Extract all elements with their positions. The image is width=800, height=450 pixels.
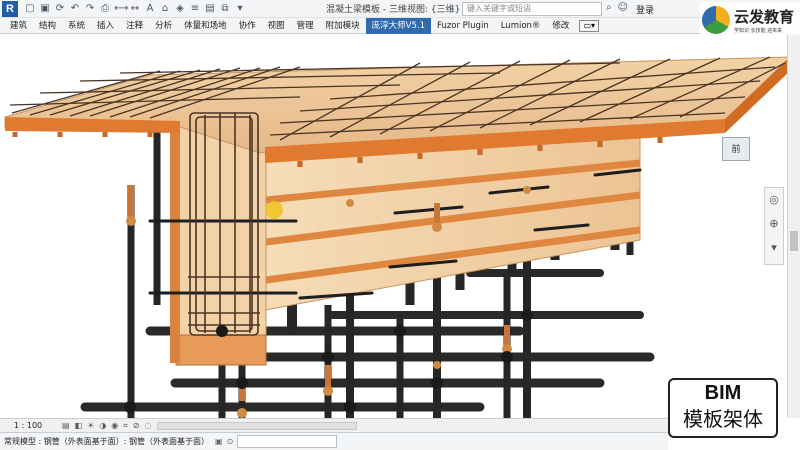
thin-lines-icon[interactable]: ≡ xyxy=(189,3,201,15)
tab-insert[interactable]: 插入 xyxy=(91,18,120,34)
tab-structure[interactable]: 结构 xyxy=(33,18,62,34)
tab-manage[interactable]: 管理 xyxy=(291,18,320,34)
cursor-highlight xyxy=(265,201,283,219)
text-icon[interactable]: A xyxy=(144,3,156,15)
dropdown-icon[interactable]: ▾ xyxy=(234,3,246,15)
tab-view[interactable]: 视图 xyxy=(262,18,291,34)
filter-icon[interactable]: ⊙ xyxy=(227,437,234,446)
view-cube-face[interactable]: 前 xyxy=(722,137,750,161)
bim-overlay-label: BIM 模板架体 xyxy=(668,378,778,438)
undo-icon[interactable]: ↶ xyxy=(69,3,81,15)
tab-modify[interactable]: 修改 xyxy=(546,18,575,34)
sync-icon[interactable]: ⟳ xyxy=(54,3,66,15)
nav-dropdown-icon[interactable]: ▾ xyxy=(765,236,783,260)
tab-lumion[interactable]: Lumion® xyxy=(495,18,547,34)
print-icon[interactable]: ⎙ xyxy=(99,3,111,15)
tab-plugin-master[interactable]: 庞淳大师V5.1 xyxy=(365,17,432,34)
document-title: 混凝土梁模板 - 三维视图: {三维} xyxy=(326,5,461,15)
tab-systems[interactable]: 系统 xyxy=(62,18,91,34)
title-bar: R ▢ ▣ ⟳ ↶ ↷ ⎙ ⟷ ↔ A ⌂ ◈ ≡ ▤ ⧉ ▾ 混凝土梁模板 -… xyxy=(0,0,800,18)
view-control-bar: 1 : 100 ▤ ◧ ☀ ◑ ◉ ⌗ ⊘ ◌ xyxy=(0,418,668,432)
shadows-icon[interactable]: ◑ xyxy=(99,421,106,431)
sun-path-icon[interactable]: ☀ xyxy=(87,421,94,431)
tab-addins[interactable]: 附加模块 xyxy=(320,18,366,34)
bim-title: BIM xyxy=(704,382,742,404)
crop-icon[interactable]: ⌗ xyxy=(123,421,128,431)
3d-viewport[interactable]: 前 ◎ ⊕ ▾ xyxy=(0,35,800,418)
search-input[interactable]: 键入关键字或短语 xyxy=(462,2,602,16)
worksets-icon[interactable]: ▣ xyxy=(215,437,223,446)
status-icons: ▣ ⊙ xyxy=(215,437,233,446)
status-bar: 常规模型 : 钢管（外表面基于面）: 钢管（外表面基于面） ▣ ⊙ xyxy=(0,432,668,450)
brand-watermark: 云发教育 学知识 长技能 迎未来 xyxy=(700,2,800,38)
view-cube[interactable]: 前 xyxy=(708,131,764,177)
tab-massing-site[interactable]: 体量和场地 xyxy=(178,18,233,34)
vertical-scrollbar[interactable] xyxy=(787,35,800,418)
status-text: 常规模型 : 钢管（外表面基于面）: 钢管（外表面基于面） xyxy=(4,437,210,446)
dimension-icon[interactable]: ↔ xyxy=(129,3,141,15)
close-hidden-icon[interactable]: ▤ xyxy=(204,3,216,15)
tab-analyze[interactable]: 分析 xyxy=(149,18,178,34)
formwork-model xyxy=(4,56,792,418)
visual-style-icon[interactable]: ◧ xyxy=(75,421,83,431)
ribbon-tabs: 建筑 结构 系统 插入 注释 分析 体量和场地 协作 视图 管理 附加模块 庞淳… xyxy=(0,17,800,34)
reveal-hidden-icon[interactable]: ◌ xyxy=(144,421,151,431)
brand-slogan: 学知识 长技能 迎未来 xyxy=(734,28,783,34)
tab-fuzor[interactable]: Fuzor Plugin xyxy=(431,18,495,34)
login-link[interactable]: 登录 xyxy=(636,3,654,16)
switch-windows-icon[interactable]: ⧉ xyxy=(219,3,231,15)
design-options-select[interactable] xyxy=(237,435,338,448)
open-icon[interactable]: ▢ xyxy=(24,3,36,15)
navigation-bar: ◎ ⊕ ▾ xyxy=(764,187,784,265)
temp-hide-icon[interactable]: ⊘ xyxy=(133,421,140,431)
zoom-icon[interactable]: ⊕ xyxy=(765,212,783,236)
vertical-scroll-thumb[interactable] xyxy=(790,231,798,251)
revit-window: R ▢ ▣ ⟳ ↶ ↷ ⎙ ⟷ ↔ A ⌂ ◈ ≡ ▤ ⧉ ▾ 混凝土梁模板 -… xyxy=(0,0,800,450)
horizontal-scrollbar[interactable] xyxy=(157,421,358,430)
brand-logo-icon xyxy=(702,6,730,34)
view-scale[interactable]: 1 : 100 xyxy=(14,421,54,430)
3d-view-icon[interactable]: ⌂ xyxy=(159,3,171,15)
tab-annotate[interactable]: 注释 xyxy=(120,18,149,34)
detail-level-icon[interactable]: ▤ xyxy=(62,421,70,431)
brand-name: 云发教育 xyxy=(734,8,795,26)
redo-icon[interactable]: ↷ xyxy=(84,3,96,15)
render-icon[interactable]: ◉ xyxy=(111,421,118,431)
search-icon[interactable]: ⌕ xyxy=(606,2,612,13)
save-icon[interactable]: ▣ xyxy=(39,3,51,15)
tab-collaborate[interactable]: 协作 xyxy=(233,18,262,34)
tab-architecture[interactable]: 建筑 xyxy=(4,18,33,34)
section-icon[interactable]: ◈ xyxy=(174,3,186,15)
steering-wheel-icon[interactable]: ◎ xyxy=(765,188,783,212)
title-icons: ⌕ ☺ xyxy=(606,2,628,13)
view-control-icons: ▤ ◧ ☀ ◑ ◉ ⌗ ⊘ ◌ xyxy=(62,421,151,431)
ribbon-toggle-icon[interactable]: ▭▾ xyxy=(579,19,600,32)
brand-text: 云发教育 学知识 长技能 迎未来 xyxy=(734,6,794,34)
measure-icon[interactable]: ⟷ xyxy=(114,3,128,15)
app-logo[interactable]: R xyxy=(2,0,18,17)
bim-subtitle: 模板架体 xyxy=(683,407,763,431)
quick-access-toolbar: ▢ ▣ ⟳ ↶ ↷ ⎙ ⟷ ↔ A ⌂ ◈ ≡ ▤ ⧉ ▾ xyxy=(24,3,246,15)
user-icon[interactable]: ☺ xyxy=(618,2,628,13)
